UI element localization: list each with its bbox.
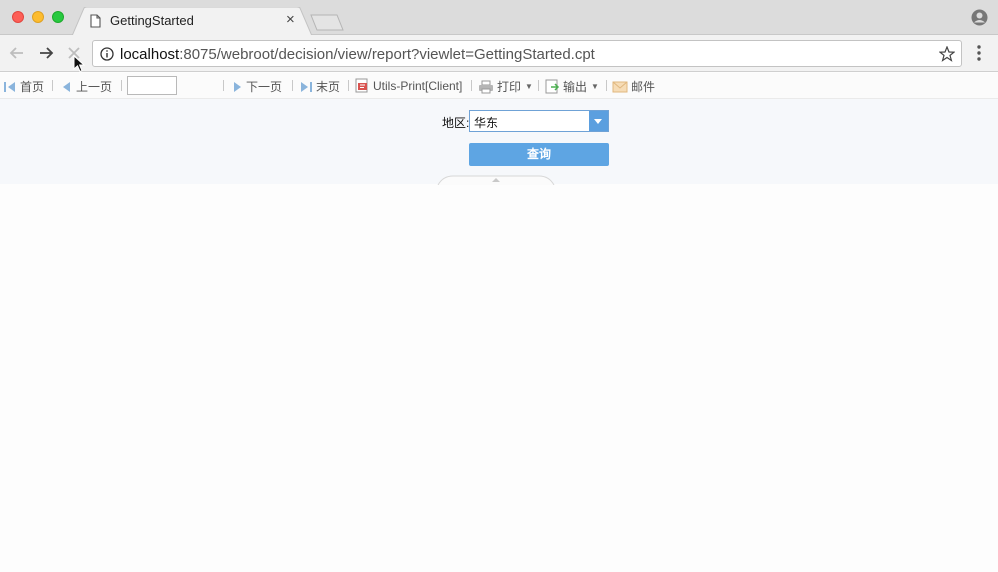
pdf-print-icon <box>355 78 368 93</box>
toolbar-divider <box>471 80 472 91</box>
toolbar-divider <box>606 80 607 91</box>
first-page-button[interactable]: 首页 <box>3 78 44 95</box>
prev-page-label: 上一页 <box>76 80 113 94</box>
first-page-label: 首页 <box>20 80 45 94</box>
browser-toolbar: localhost:8075/webroot/decision/view/rep… <box>0 35 998 72</box>
region-value[interactable]: 华东 <box>474 114 498 131</box>
email-label: 邮件 <box>631 80 656 94</box>
forward-arrow-icon[interactable] <box>36 43 56 63</box>
toolbar-divider <box>52 80 53 91</box>
next-page-button[interactable]: 下一页 <box>231 78 282 95</box>
toolbar-divider <box>348 80 349 91</box>
region-label: 地区: <box>442 116 470 130</box>
email-button[interactable]: 邮件 <box>612 78 655 95</box>
chevron-down-icon: ▼ <box>525 82 533 91</box>
close-window-button[interactable] <box>12 11 24 23</box>
url-host: localhost <box>120 46 180 63</box>
print-dropdown-button[interactable]: 打印 ▼ <box>478 78 533 95</box>
collapse-pane-handle[interactable] <box>437 175 555 185</box>
utils-print-button[interactable]: Utils-Print[Client] <box>355 78 462 93</box>
address-bar[interactable]: localhost:8075/webroot/decision/view/rep… <box>92 40 962 67</box>
chevron-down-icon: ▼ <box>591 82 599 91</box>
more-menu-icon[interactable] <box>976 44 982 62</box>
toolbar-divider <box>121 80 122 91</box>
new-tab-button[interactable] <box>310 14 344 31</box>
browser-titlebar: GettingStarted × <box>0 0 998 36</box>
last-page-button[interactable]: 末页 <box>299 78 340 95</box>
region-combobox[interactable]: 华东 <box>469 110 609 132</box>
back-arrow-icon[interactable] <box>7 43 27 63</box>
minimize-window-button[interactable] <box>32 11 44 23</box>
tab-title: GettingStarted <box>110 13 194 28</box>
url-path: :8075/webroot/decision/view/report?viewl… <box>179 46 595 63</box>
profile-icon[interactable] <box>971 9 988 26</box>
export-label: 输出 <box>563 80 588 94</box>
prev-page-button[interactable]: 上一页 <box>61 78 112 95</box>
prev-page-icon <box>63 81 70 92</box>
mouse-cursor-icon <box>73 55 85 73</box>
maximize-window-button[interactable] <box>52 11 64 23</box>
bookmark-star-icon[interactable] <box>939 46 955 62</box>
report-toolbar: 首页 上一页 下一页 末页 Utils-Print[Client] 打印 ▼ 输… <box>0 73 998 99</box>
dropdown-arrow-icon[interactable] <box>589 111 608 131</box>
export-icon <box>545 79 560 94</box>
toolbar-divider <box>538 80 539 91</box>
utils-print-label: Utils-Print[Client] <box>373 78 463 93</box>
parameter-pane: 地区: 华东 查询 <box>0 99 998 185</box>
page-number-input[interactable] <box>127 76 177 95</box>
tab-close-icon[interactable]: × <box>286 11 295 28</box>
first-page-icon <box>4 81 15 92</box>
next-page-label: 下一页 <box>246 80 283 94</box>
export-dropdown-button[interactable]: 输出 ▼ <box>545 78 599 95</box>
browser-tab[interactable]: GettingStarted × <box>72 7 312 36</box>
envelope-icon <box>612 81 628 92</box>
last-page-label: 末页 <box>316 80 341 94</box>
next-page-icon <box>234 81 241 92</box>
url-text[interactable]: localhost:8075/webroot/decision/view/rep… <box>120 46 595 63</box>
query-button[interactable]: 查询 <box>469 143 609 166</box>
toolbar-divider <box>292 80 293 91</box>
info-icon[interactable] <box>100 47 114 61</box>
last-page-icon <box>301 81 312 92</box>
document-icon <box>90 14 101 28</box>
toolbar-divider <box>223 80 224 91</box>
printer-icon <box>479 80 493 93</box>
print-label: 打印 <box>497 80 522 94</box>
